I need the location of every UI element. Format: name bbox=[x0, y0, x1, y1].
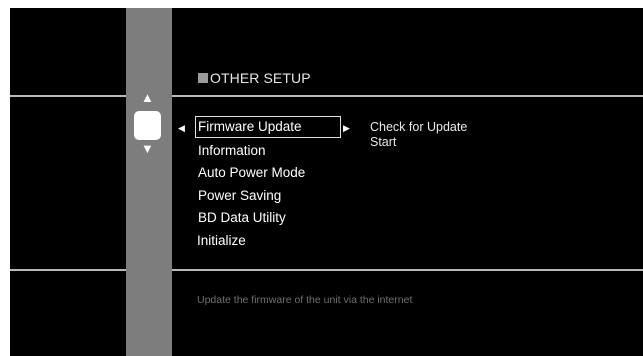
firmware-submenu: Check for Update Start bbox=[370, 120, 467, 149]
menu-item-bd-data-utility[interactable]: BD Data Utility bbox=[196, 207, 341, 230]
down-arrow-icon[interactable]: ▼ bbox=[141, 142, 154, 155]
menu-item-power-saving[interactable]: Power Saving bbox=[196, 185, 341, 208]
submenu-item-start[interactable]: Start bbox=[370, 135, 467, 150]
submenu-item-check-for-update[interactable]: Check for Update bbox=[370, 120, 467, 135]
page-title: OTHER SETUP bbox=[210, 70, 311, 86]
setup-screen: ▲ ▼ OTHER SETUP ◀ Firmware Update Inform… bbox=[10, 8, 643, 356]
bottom-divider bbox=[10, 269, 643, 271]
top-divider bbox=[10, 95, 643, 97]
category-strip bbox=[126, 8, 172, 356]
left-caret-icon[interactable]: ◀ bbox=[178, 124, 185, 133]
category-selector[interactable] bbox=[134, 111, 161, 140]
right-caret-icon[interactable]: ▶ bbox=[343, 124, 350, 133]
menu-item-firmware-update[interactable]: Firmware Update bbox=[195, 116, 341, 138]
help-text: Update the firmware of the unit via the … bbox=[197, 294, 413, 306]
page-title-row: OTHER SETUP bbox=[198, 70, 311, 86]
up-arrow-icon[interactable]: ▲ bbox=[141, 91, 154, 104]
menu-item-initialize[interactable]: Initialize bbox=[196, 230, 341, 253]
menu-item-information[interactable]: Information bbox=[196, 140, 341, 163]
setup-menu: Firmware Update Information Auto Power M… bbox=[195, 116, 341, 253]
square-bullet-icon bbox=[198, 73, 208, 83]
menu-item-auto-power-mode[interactable]: Auto Power Mode bbox=[196, 162, 341, 185]
